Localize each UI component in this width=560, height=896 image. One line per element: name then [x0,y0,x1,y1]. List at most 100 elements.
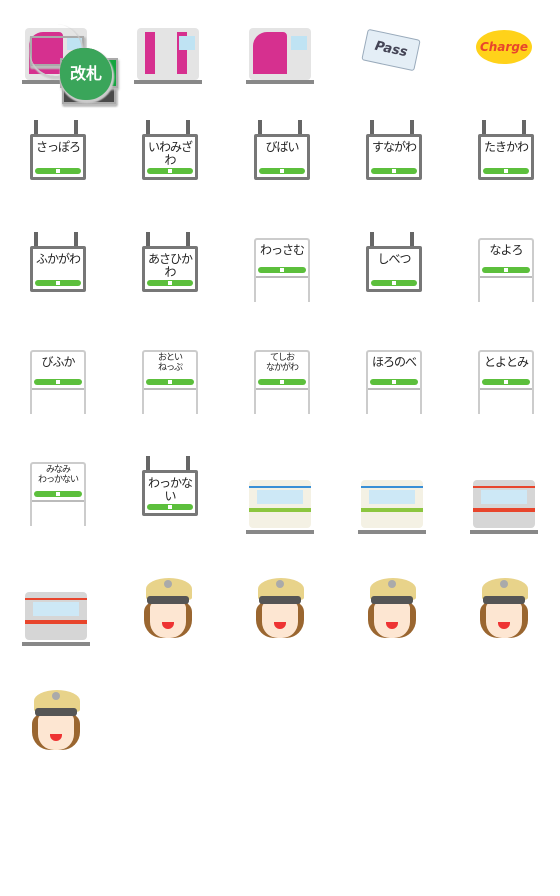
sticker-face[interactable] [448,560,560,672]
cap-visor [483,596,525,604]
sticker-stand[interactable]: おとい ねっぷ [112,336,224,448]
station-sign-board: いわみざわ [142,134,198,180]
railcar-icon [25,592,87,640]
station-sign-frame: おとい ねっぷ [142,350,198,414]
sign-stripe [146,379,194,385]
sign-stripe [35,280,81,286]
conductor-face [262,602,298,638]
sign-stripe [147,280,193,286]
sticker-pass[interactable]: Pass [336,0,448,112]
station-sign-board: あさひかわ [142,246,198,292]
station-sign-panel: てしお なかがわ [256,352,308,390]
sticker-hang[interactable]: びばい [224,112,336,224]
station-sign-panel: なよろ [480,240,532,278]
train-window [291,36,307,50]
sticker-hang[interactable]: すながわ [336,112,448,224]
railcar-stripe [361,508,423,512]
station-name: たきかわ [483,140,529,154]
conductor-face [374,602,410,638]
train-panel [253,32,287,74]
station-name: おとい ねっぷ [157,353,183,373]
station-sign-frame: みなみ わっかない [30,462,86,526]
pass-card: Pass [361,28,421,72]
sticker-stand[interactable]: ほろのべ [336,336,448,448]
sticker-car[interactable] [448,448,560,560]
sign-stripe [370,379,418,385]
rail [22,642,90,646]
train-icon [137,28,199,80]
sticker-charge[interactable]: Charge [448,0,560,112]
railcar-stripe [473,508,535,512]
station-sign-frame: ほろのべ [366,350,422,414]
sticker-stand[interactable]: みなみ わっかない [0,448,112,560]
sticker-stand[interactable]: びふか [0,336,112,448]
sign-stripe [258,379,306,385]
sticker-face[interactable] [0,672,112,784]
cap-visor [259,596,301,604]
label-bubble: 改札 [60,48,112,100]
station-sign-panel: びふか [32,352,84,390]
sign-stripe [371,168,417,174]
train-icon [249,28,311,80]
station-sign-panel: みなみ わっかない [32,464,84,502]
station-sign-panel: とよとみ [480,352,532,390]
cap-visor [35,708,77,716]
cap-badge [164,580,172,588]
station-sign-panel: わっさむ [256,240,308,278]
railcar-line [25,598,87,600]
sticker-hang[interactable]: しべつ [336,224,448,336]
station-name: わっさむ [259,243,305,257]
sticker-face[interactable] [336,560,448,672]
conductor-face [150,602,186,638]
railcar-windows [481,490,527,504]
cap-visor [147,596,189,604]
station-sign-board: さっぽろ [30,134,86,180]
sticker-hang[interactable]: たきかわ [448,112,560,224]
train-panel [145,32,155,74]
station-name: さっぽろ [35,140,81,154]
sign-stripe [482,379,530,385]
station-name: いわみざわ [147,140,193,167]
sticker-train-front[interactable] [224,0,336,112]
rail [246,80,314,84]
sticker-face[interactable] [224,560,336,672]
cap-badge [388,580,396,588]
station-sign-board: すながわ [366,134,422,180]
station-sign-frame: なよろ [478,238,534,302]
sticker-hang[interactable]: あさひかわ [112,224,224,336]
sticker-stand[interactable]: とよとみ [448,336,560,448]
station-name: しべつ [377,252,411,266]
train-window [179,36,195,50]
sticker-hang[interactable]: いわみざわ [112,112,224,224]
cap-badge [276,580,284,588]
railcar-icon [473,480,535,528]
railcar-icon [361,480,423,528]
sticker-car[interactable] [336,448,448,560]
sticker-hang[interactable]: わっかない [112,448,224,560]
station-name: てしお なかがわ [265,353,299,373]
station-sign-panel: おとい ねっぷ [144,352,196,390]
station-sign-board: わっかない [142,470,198,516]
sign-stripe [147,168,193,174]
sticker-train-middle[interactable] [112,0,224,112]
sticker-hang[interactable]: ふかがわ [0,224,112,336]
station-name: ほろのべ [371,355,417,369]
sticker-stand[interactable]: なよろ [448,224,560,336]
railcar-windows [33,602,79,616]
sign-stripe [35,168,81,174]
sticker-bubble[interactable]: 改札 [30,24,112,100]
sticker-car[interactable] [0,560,112,672]
sticker-face[interactable] [112,560,224,672]
sticker-grid: Pass Charge さっぽろ いわみざわ びばい すながわ たきかわ ふかがわ あさひかわわ… [0,0,560,896]
station-name: ふかがわ [35,252,81,266]
sticker-stand[interactable]: てしお なかがわ [224,336,336,448]
railcar-icon [249,480,311,528]
sign-stripe [259,168,305,174]
sticker-hang[interactable]: さっぽろ [0,112,112,224]
station-name: なよろ [489,243,523,257]
sticker-car[interactable] [224,448,336,560]
cap-badge [500,580,508,588]
sticker-stand[interactable]: わっさむ [224,224,336,336]
rail [246,530,314,534]
station-sign-frame: てしお なかがわ [254,350,310,414]
